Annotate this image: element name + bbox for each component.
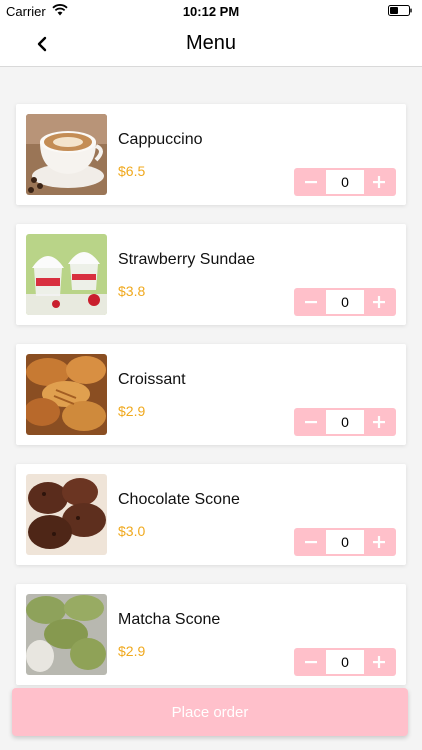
plus-icon bbox=[373, 176, 385, 188]
plus-icon bbox=[373, 416, 385, 428]
quantity-stepper bbox=[294, 168, 396, 196]
item-price: $2.9 bbox=[118, 403, 146, 419]
increment-button[interactable] bbox=[364, 168, 394, 196]
item-price: $6.5 bbox=[118, 163, 146, 179]
menu-item-matcha-scone: Matcha Scone $2.9 bbox=[16, 584, 406, 685]
minus-icon bbox=[305, 661, 317, 664]
plus-icon bbox=[373, 296, 385, 308]
quantity-stepper bbox=[294, 408, 396, 436]
quantity-field[interactable] bbox=[326, 530, 364, 554]
item-image-chocolate-scone bbox=[26, 474, 107, 555]
item-image-strawberry-sundae bbox=[26, 234, 107, 315]
menu-screen: Carrier 10:12 PM Menu Cappuccino $6.5 0 … bbox=[0, 0, 422, 750]
decrement-button[interactable] bbox=[296, 528, 326, 556]
increment-button[interactable] bbox=[364, 408, 394, 436]
navigation-bar: Menu bbox=[0, 22, 422, 67]
item-image-matcha-scone bbox=[26, 594, 107, 675]
quantity-field[interactable] bbox=[326, 290, 364, 314]
status-time: 10:12 PM bbox=[182, 4, 240, 19]
item-name: Strawberry Sundae bbox=[118, 251, 255, 268]
battery-icon bbox=[388, 5, 412, 16]
quantity-field[interactable] bbox=[326, 170, 364, 194]
item-price: $2.9 bbox=[118, 643, 146, 659]
menu-list[interactable]: Cappuccino $6.5 0 Strawberry Sundae $3.8… bbox=[0, 67, 422, 750]
decrement-button[interactable] bbox=[296, 408, 326, 436]
menu-item-croissant: Croissant $2.9 bbox=[16, 344, 406, 445]
plus-icon bbox=[373, 536, 385, 548]
decrement-button[interactable] bbox=[296, 288, 326, 316]
quantity-stepper bbox=[294, 288, 396, 316]
item-name: Chocolate Scone bbox=[118, 491, 240, 508]
menu-item-cappuccino: Cappuccino $6.5 bbox=[16, 104, 406, 205]
increment-button[interactable] bbox=[364, 528, 394, 556]
quantity-stepper bbox=[294, 648, 396, 676]
minus-icon bbox=[305, 541, 317, 544]
quantity-field[interactable] bbox=[326, 650, 364, 674]
plus-icon bbox=[373, 656, 385, 668]
increment-button[interactable] bbox=[364, 288, 394, 316]
decrement-button[interactable] bbox=[296, 168, 326, 196]
quantity-field[interactable] bbox=[326, 410, 364, 434]
minus-icon bbox=[305, 181, 317, 184]
minus-icon bbox=[305, 301, 317, 304]
item-name: Cappuccino bbox=[118, 131, 203, 148]
menu-item-strawberry-sundae: Strawberry Sundae $3.8 bbox=[16, 224, 406, 325]
place-order-button[interactable]: Place order bbox=[12, 688, 408, 736]
menu-item-chocolate-scone: Chocolate Scone $3.0 bbox=[16, 464, 406, 565]
item-image-croissant bbox=[26, 354, 107, 435]
increment-button[interactable] bbox=[364, 648, 394, 676]
status-bar: Carrier 10:12 PM bbox=[0, 0, 422, 22]
item-price: $3.0 bbox=[118, 523, 146, 539]
item-name: Croissant bbox=[118, 371, 186, 388]
minus-icon bbox=[305, 421, 317, 424]
item-price: $3.8 bbox=[118, 283, 146, 299]
quantity-stepper bbox=[294, 528, 396, 556]
page-title: Menu bbox=[185, 32, 237, 54]
decrement-button[interactable] bbox=[296, 648, 326, 676]
item-name: Matcha Scone bbox=[118, 611, 221, 628]
item-image-cappuccino bbox=[26, 114, 107, 195]
